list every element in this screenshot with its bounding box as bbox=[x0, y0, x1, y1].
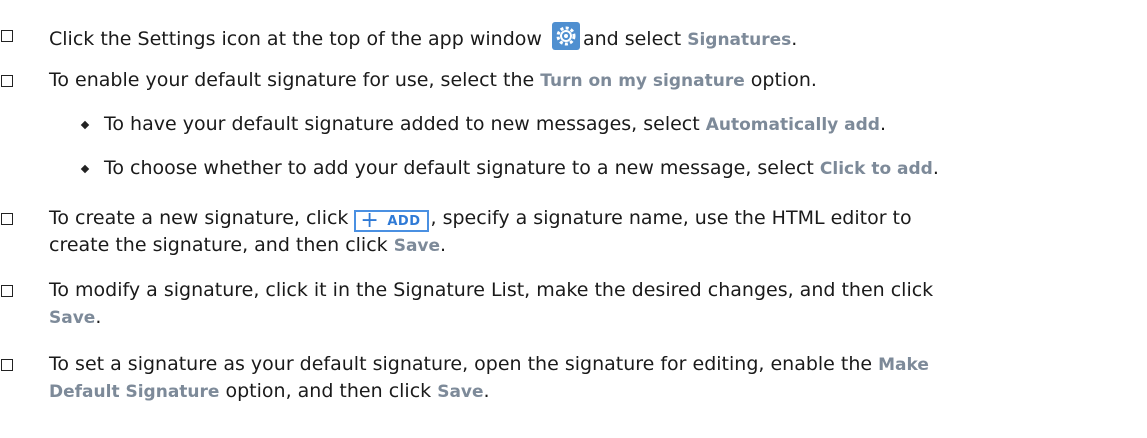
gear-icon bbox=[551, 22, 580, 50]
bullet-icon bbox=[80, 164, 90, 174]
punctuation: . bbox=[879, 113, 886, 135]
checkbox-icon bbox=[1, 285, 13, 297]
item-text: create the signature, and then click bbox=[49, 234, 394, 256]
item-text: To choose whether to add your default si… bbox=[104, 157, 820, 179]
checkbox-icon bbox=[1, 75, 13, 87]
keyword-signatures: Signatures bbox=[687, 30, 792, 50]
bullet-icon bbox=[80, 120, 90, 130]
punctuation: . bbox=[483, 380, 490, 402]
keyword-automatically-add: Automatically add bbox=[705, 115, 880, 135]
punctuation: . bbox=[440, 234, 447, 256]
checkbox-icon bbox=[1, 213, 13, 225]
keyword-make: Make bbox=[878, 355, 929, 375]
checkbox-icon bbox=[1, 359, 13, 371]
add-button[interactable]: + ADD bbox=[354, 208, 429, 233]
item-text: To create a new signature, click bbox=[49, 207, 349, 229]
punctuation: . bbox=[932, 157, 939, 179]
item-text: and select bbox=[582, 28, 688, 50]
keyword-turn-on-my-signature: Turn on my signature bbox=[540, 71, 745, 91]
item-text: option. bbox=[744, 69, 817, 91]
punctuation: . bbox=[95, 306, 102, 328]
keyword-default-signature: Default Signature bbox=[49, 382, 220, 402]
item-text: , specify a signature name, use the HTML… bbox=[430, 207, 912, 229]
item-text: To set a signature as your default signa… bbox=[49, 353, 879, 375]
plus-icon: + bbox=[360, 208, 380, 233]
item-text: Click the Settings icon at the top of th… bbox=[49, 28, 542, 50]
item-text: To have your default signature added to … bbox=[104, 113, 706, 135]
checkbox-icon bbox=[1, 30, 13, 42]
keyword-save: Save bbox=[393, 236, 441, 256]
item-text: option, and then click bbox=[219, 380, 438, 402]
punctuation: . bbox=[791, 28, 798, 50]
item-text: To enable your default signature for use… bbox=[49, 69, 541, 91]
instructions-page: Click the Settings icon at the top of th… bbox=[0, 0, 1147, 438]
keyword-save: Save bbox=[437, 382, 484, 402]
add-button-label: ADD bbox=[387, 213, 421, 229]
keyword-click-to-add: Click to add bbox=[819, 159, 933, 179]
keyword-save: Save bbox=[49, 308, 96, 328]
item-text: To modify a signature, click it in the S… bbox=[49, 279, 934, 301]
